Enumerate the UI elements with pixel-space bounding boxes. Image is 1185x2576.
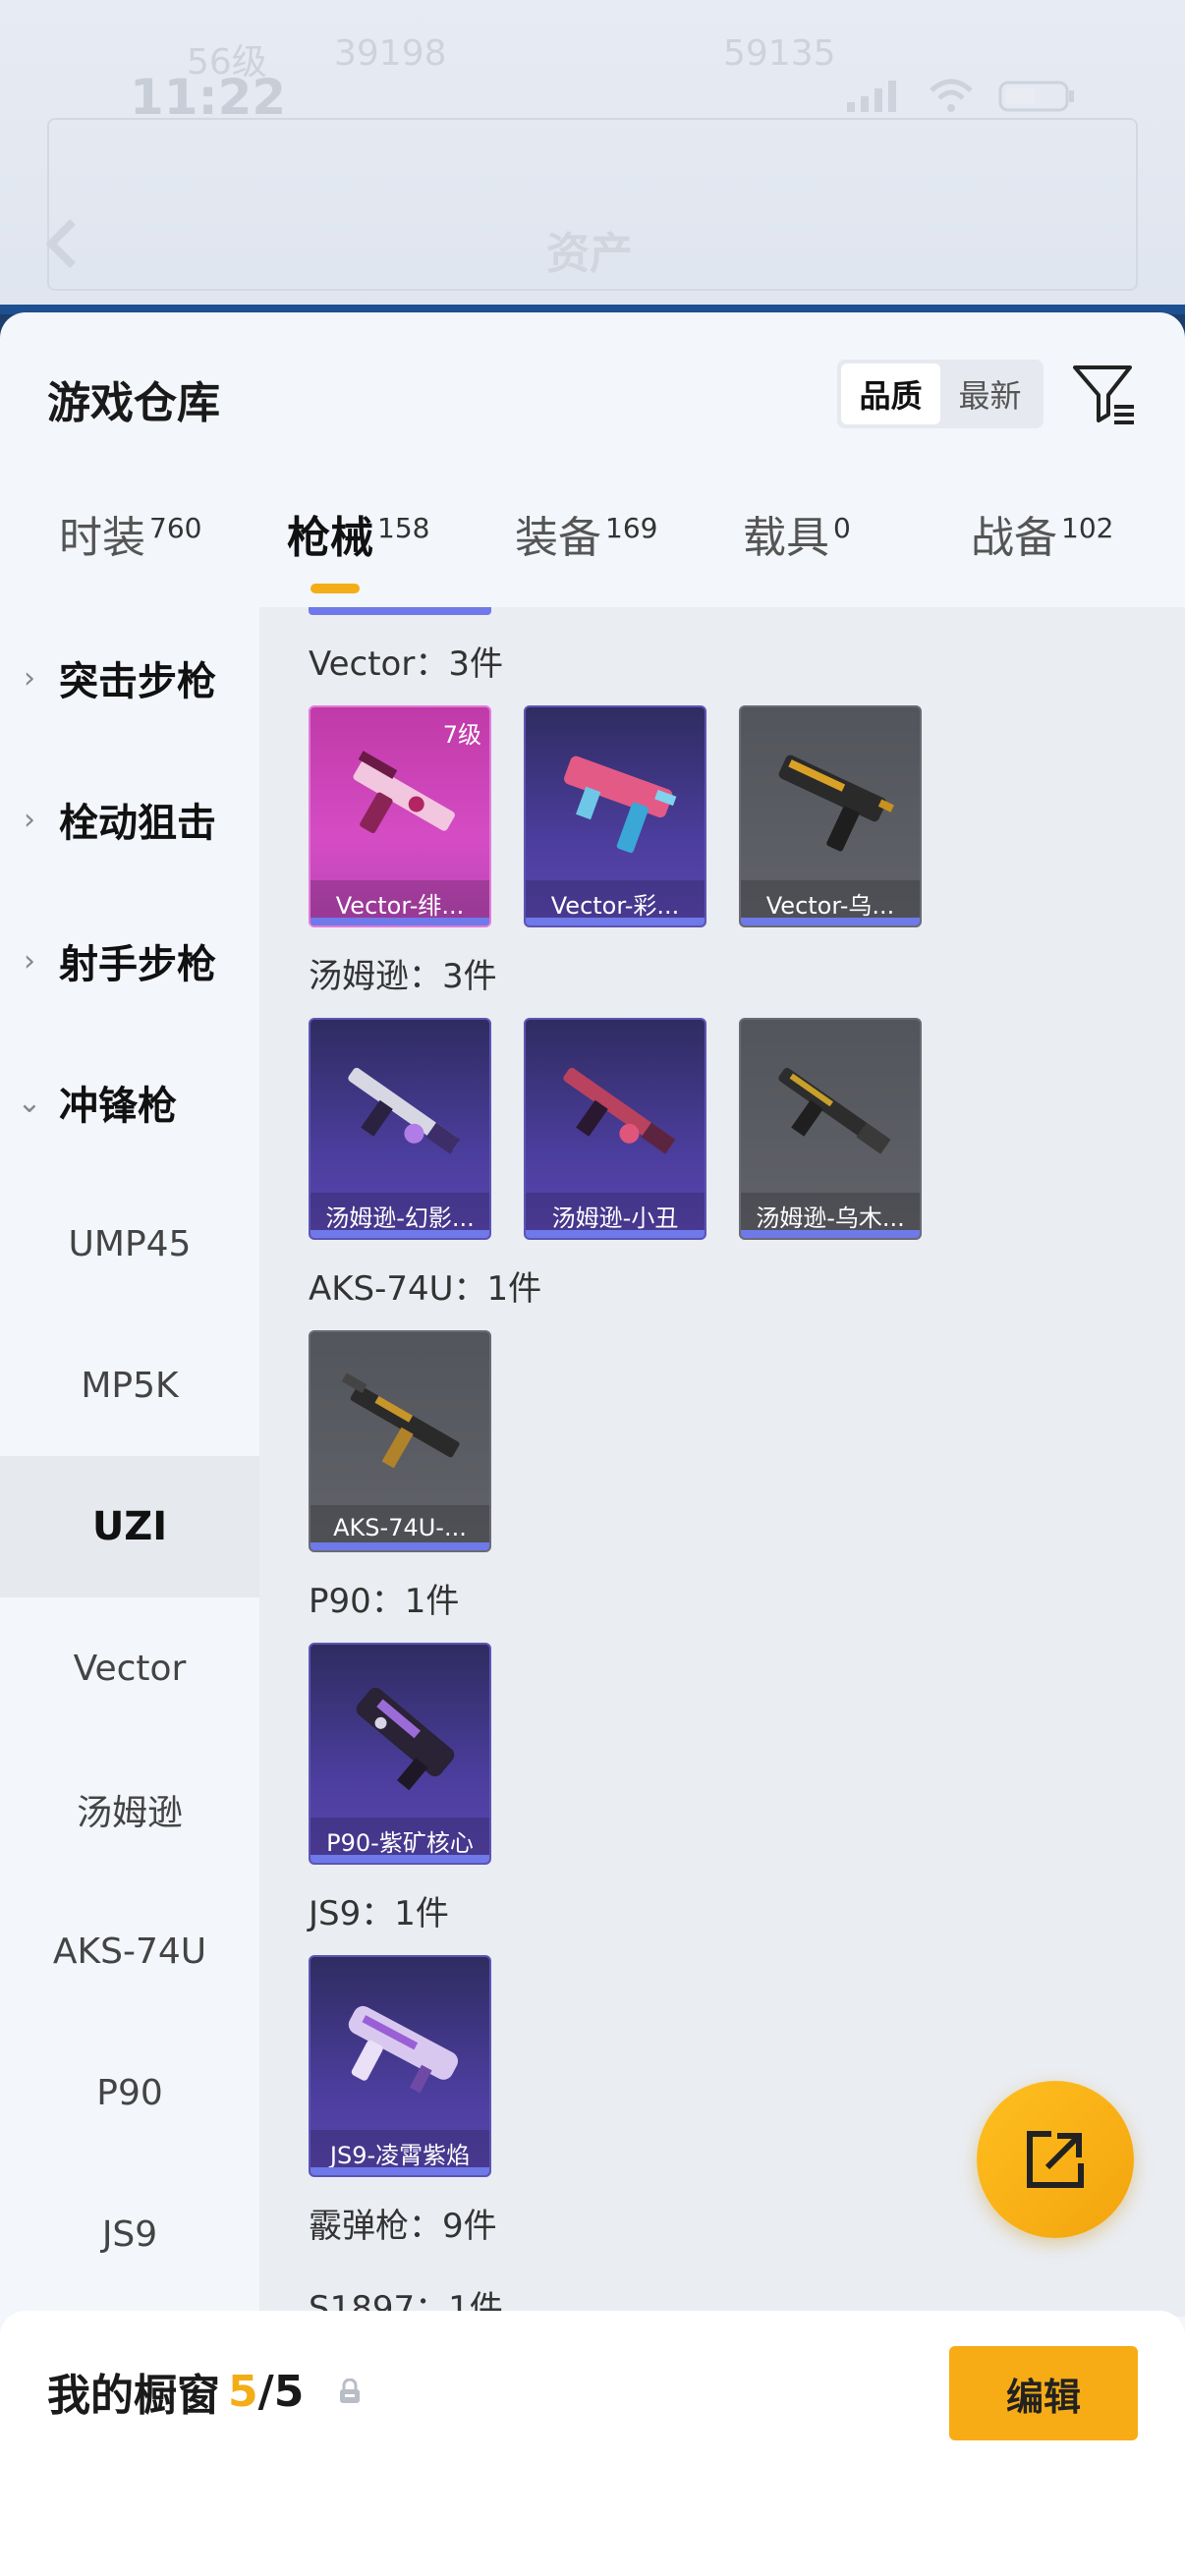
gun-image — [348, 1067, 461, 1154]
section-title: Vector：3件 — [309, 644, 503, 684]
sidebar-group-marksman[interactable]: › 射手步枪 — [0, 890, 259, 1032]
previous-card-edge — [309, 607, 491, 615]
item-card[interactable]: 7级 Vector-绯... — [309, 705, 491, 927]
sheet-title: 游戏仓库 — [47, 378, 220, 428]
sidebar-item-thompson[interactable]: 汤姆逊 — [0, 1739, 259, 1880]
tab-count: 102 — [1061, 512, 1114, 544]
rarity-bar — [310, 1230, 489, 1238]
sidebar-item-vector[interactable]: Vector — [0, 1597, 259, 1739]
category-sidebar: › 突击步枪 › 栓动狙击 › 射手步枪 ⌄ 冲锋枪 UMP45 MP5K UZI Ve… — [0, 607, 259, 2576]
tab-label: 战备 — [971, 513, 1057, 563]
section-title: P90：1件 — [309, 1582, 460, 1621]
section-title: 汤姆逊：3件 — [309, 957, 497, 996]
lock-icon — [340, 2379, 361, 2403]
tab-equipment[interactable]: 装备 169 — [515, 509, 657, 607]
gun-image — [778, 755, 894, 852]
item-card[interactable]: Vector-彩... — [524, 705, 706, 927]
tab-count: 760 — [149, 512, 202, 544]
section-title: 霰弹枪：9件 — [309, 2207, 497, 2246]
sheet-header: 游戏仓库 品质 最新 时装 760 枪械 158 装备 169 载具 0 战备 102 — [0, 312, 1185, 607]
sidebar-group-smg[interactable]: ⌄ 冲锋枪 — [0, 1032, 259, 1173]
tab-label: 枪械 — [287, 513, 373, 563]
share-button[interactable] — [977, 2081, 1134, 2238]
wifi-icon — [930, 79, 973, 112]
section-title: AKS-74U：1件 — [309, 1269, 542, 1309]
gun-image — [341, 1372, 460, 1469]
signal-icon — [847, 81, 896, 112]
gun-image — [356, 1687, 455, 1791]
group-label: 射手步枪 — [59, 942, 216, 987]
rarity-bar — [310, 1855, 489, 1863]
tab-count: 0 — [833, 512, 851, 544]
tab-count: 158 — [377, 512, 430, 544]
gun-image — [564, 756, 677, 854]
sidebar-item-mp5k[interactable]: MP5K — [0, 1315, 259, 1456]
sidebar-item-uzi[interactable]: UZI — [0, 1456, 259, 1597]
tab-label: 时装 — [59, 513, 145, 563]
item-card[interactable]: 汤姆逊-小丑 — [524, 1018, 706, 1240]
item-card[interactable]: P90-紫矿核心 — [309, 1643, 491, 1865]
rarity-bar — [310, 918, 489, 925]
chevron-right-icon: › — [24, 660, 35, 696]
item-card[interactable]: 汤姆逊-幻影... — [309, 1018, 491, 1240]
share-icon — [1027, 2131, 1084, 2188]
battery-icon — [998, 81, 1074, 112]
sort-newest[interactable]: 最新 — [940, 364, 1040, 424]
showcase-current: 5 — [228, 2366, 258, 2417]
gun-image — [563, 1067, 676, 1154]
group-label: 突击步枪 — [59, 659, 216, 704]
ghost-score-right: 59135 — [723, 33, 836, 74]
rarity-bar — [310, 2167, 489, 2175]
sidebar-item-ump45[interactable]: UMP45 — [0, 1173, 259, 1315]
sidebar-group-assault-rifle[interactable]: › 突击步枪 — [0, 607, 259, 749]
ghost-score: 39198 — [334, 33, 447, 74]
chevron-right-icon: › — [24, 943, 35, 979]
gun-image — [778, 1067, 891, 1154]
rarity-bar — [741, 1230, 920, 1238]
tab-guns[interactable]: 枪械 158 — [287, 509, 429, 607]
sidebar-item-js9[interactable]: JS9 — [0, 2163, 259, 2305]
sort-quality[interactable]: 品质 — [841, 364, 940, 424]
tab-label: 装备 — [515, 513, 601, 563]
category-tabs: 时装 760 枪械 158 装备 169 载具 0 战备 102 — [0, 509, 1185, 607]
chevron-right-icon: › — [24, 802, 35, 837]
back-icon[interactable] — [43, 214, 83, 273]
filter-icon[interactable] — [1069, 360, 1138, 428]
tab-label: 载具 — [743, 513, 829, 563]
background-page: 11:22 56级 39198 59135 资产 — [0, 0, 1185, 314]
group-label: 栓动狙击 — [59, 801, 216, 846]
group-label: 冲锋枪 — [59, 1084, 177, 1129]
ghost-level: 56级 — [187, 42, 267, 83]
tab-count: 169 — [605, 512, 658, 544]
rarity-bar — [310, 1542, 489, 1550]
rarity-bar — [526, 1230, 705, 1238]
warehouse-sheet: 游戏仓库 品质 最新 时装 760 枪械 158 装备 169 载具 0 战备 102 ›… — [0, 312, 1185, 2576]
sidebar-item-p90[interactable]: P90 — [0, 2022, 259, 2163]
showcase-bar: 我的橱窗 5 /5 编辑 — [0, 2311, 1185, 2576]
tab-vehicles[interactable]: 载具 0 — [743, 509, 851, 607]
showcase-title: 我的橱窗 — [47, 2371, 220, 2421]
level-badge: 7级 — [442, 721, 481, 749]
showcase-total: /5 — [257, 2366, 305, 2417]
sidebar-item-aks74u[interactable]: AKS-74U — [0, 1880, 259, 2022]
rarity-bar — [526, 918, 705, 925]
item-card[interactable]: AKS-74U-... — [309, 1330, 491, 1552]
item-card[interactable]: Vector-乌... — [739, 705, 922, 927]
status-icons — [845, 79, 1077, 114]
tab-supplies[interactable]: 战备 102 — [971, 509, 1113, 607]
item-list[interactable]: Vector：3件 7级 Vector-绯... Vector-彩... Vec… — [259, 607, 1185, 2317]
tab-fashion[interactable]: 时装 760 — [59, 509, 201, 607]
sort-toggle: 品质 最新 — [837, 360, 1044, 428]
rarity-bar — [741, 918, 920, 925]
showcase-label: 我的橱窗 5 /5 — [47, 2360, 363, 2423]
item-card[interactable]: JS9-凌霄紫焰 — [309, 1955, 491, 2177]
section-title: JS9：1件 — [309, 1894, 449, 1933]
active-tab-indicator — [310, 584, 360, 593]
sidebar-group-bolt-sniper[interactable]: › 栓动狙击 — [0, 749, 259, 890]
chevron-down-icon: ⌄ — [17, 1085, 42, 1120]
item-card[interactable]: 汤姆逊-乌木... — [739, 1018, 922, 1240]
edit-button[interactable]: 编辑 — [949, 2346, 1138, 2440]
background-title: 资产 — [546, 229, 633, 279]
gun-image — [348, 2005, 459, 2094]
